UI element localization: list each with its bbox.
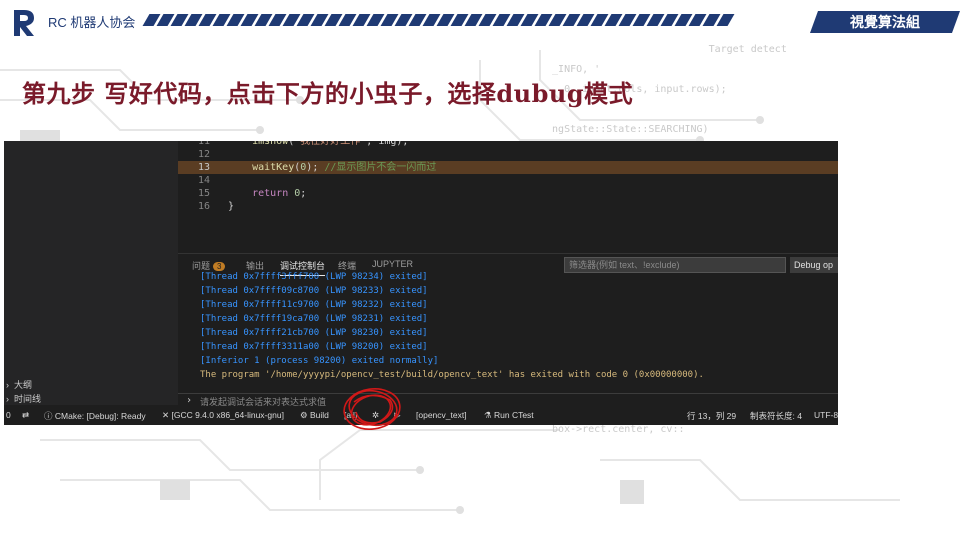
- console-line: [Inferior 1 (process 98200) exited norma…: [200, 356, 439, 366]
- chevron-right-icon: ›: [6, 379, 9, 390]
- tab-label: 问题: [192, 261, 211, 271]
- run-ctest-label: Run CTest: [493, 410, 534, 420]
- code-line: 12: [178, 148, 838, 161]
- sidebar-item-label: 大纲: [14, 380, 33, 390]
- code-line: 15 return 0;: [178, 187, 838, 200]
- filter-input[interactable]: 筛选器(例如 text、!exclude): [564, 257, 786, 273]
- vscode-screenshot: › 大纲 › 时间线 11 imshow("我在好好工作", img); 12 …: [4, 141, 838, 425]
- section-tag: 視覺算法組: [850, 15, 920, 31]
- line-number: 16: [197, 201, 210, 212]
- header-stripes: [142, 14, 735, 26]
- launch-target-select[interactable]: [opencv_text]: [416, 410, 467, 420]
- code-line: 11 imshow("我在好好工作", img);: [178, 141, 838, 148]
- build-label: Build: [309, 410, 329, 420]
- status-cmake-label: CMake: [Debug]: Ready: [54, 411, 146, 421]
- build-button[interactable]: ⚙ Build: [300, 410, 329, 421]
- debug-console-output: [Thread 0x7ffff3fff700 (LWP 98234) exite…: [178, 272, 838, 393]
- logo-icon: [14, 10, 34, 36]
- console-line: [Thread 0x7ffff19ca700 (LWP 98231) exite…: [200, 314, 428, 324]
- status-kit[interactable]: ✕ [GCC 9.4.0 x86_64-linux-gnu]: [162, 410, 284, 421]
- code-line: 16 }: [178, 200, 838, 213]
- status-kit-label: [GCC 9.4.0 x86_64-linux-gnu]: [171, 410, 284, 420]
- code-line: 14: [178, 174, 838, 187]
- status-cmake[interactable]: ⓘ CMake: [Debug]: Ready: [44, 410, 146, 422]
- code-text: imshow("我在好好工作", img);: [228, 141, 409, 147]
- line-number: 11: [197, 141, 210, 147]
- line-number: 13: [197, 162, 210, 173]
- debug-config-select[interactable]: Debug op: [790, 257, 838, 273]
- console-exit-message: The program '/home/yyyypi/opencv_test/bu…: [200, 370, 704, 380]
- run-icon[interactable]: ▷: [394, 410, 401, 421]
- step-title: 第九步 写好代码，点击下方的小虫子，选择dubug模式: [22, 79, 634, 108]
- console-line: [Thread 0x7ffff21cb700 (LWP 98230) exite…: [200, 328, 428, 338]
- console-line: [Thread 0x7ffff09c8700 (LWP 98233) exite…: [200, 286, 428, 296]
- explorer-sidebar: › 大纲 › 时间线: [4, 141, 178, 405]
- status-errors[interactable]: 0: [6, 410, 11, 420]
- tab-output[interactable]: 输出: [246, 259, 264, 272]
- org-name: RC 机器人协会: [48, 15, 136, 30]
- sidebar-item-timeline[interactable]: › 时间线: [6, 392, 41, 405]
- info-icon: ⓘ: [44, 411, 55, 421]
- tab-size[interactable]: 制表符长度: 4: [750, 410, 802, 422]
- line-number: 12: [197, 149, 210, 160]
- debug-bug-icon[interactable]: ✲: [372, 410, 379, 421]
- chevron-right-icon: ›: [186, 395, 193, 406]
- repl-input[interactable]: › 请发起调试会话来对表达式求值: [178, 393, 838, 407]
- build-target-select[interactable]: [all]: [344, 410, 357, 420]
- cursor-position[interactable]: 行 13，列 29: [687, 410, 736, 422]
- console-line: [Thread 0x7ffff3311a00 (LWP 98200) exite…: [200, 342, 428, 352]
- flask-icon: ⚗: [484, 410, 494, 420]
- problems-count-badge: 3: [213, 262, 226, 271]
- encoding[interactable]: UTF-8: [814, 410, 838, 420]
- sidebar-item-label: 时间线: [14, 394, 42, 404]
- code-text: waitKey(0); //显示图片不会一闪而过: [228, 162, 437, 173]
- line-number: 15: [197, 188, 210, 199]
- code-line-highlighted: 13 waitKey(0); //显示图片不会一闪而过: [178, 161, 838, 174]
- remote-icon[interactable]: ⇄: [22, 410, 29, 421]
- run-ctest-button[interactable]: ⚗ Run CTest: [484, 410, 534, 421]
- gear-icon: ⚙: [300, 410, 310, 420]
- code-text: return 0;: [252, 188, 307, 199]
- status-bar: 0 ⇄ ⓘ CMake: [Debug]: Ready ✕ [GCC 9.4.0…: [4, 407, 838, 425]
- code-editor[interactable]: 11 imshow("我在好好工作", img); 12 13 waitKey(…: [178, 141, 838, 245]
- code-text: }: [228, 201, 235, 212]
- tab-jupyter[interactable]: JUPYTER: [372, 259, 413, 269]
- chevron-right-icon: ›: [6, 393, 9, 404]
- line-number: 14: [197, 175, 210, 186]
- tab-problems[interactable]: 问题 3: [192, 259, 226, 272]
- console-line: [Thread 0x7ffff3fff700 (LWP 98234) exite…: [200, 272, 428, 282]
- console-line: [Thread 0x7ffff11c9700 (LWP 98232) exite…: [200, 300, 428, 310]
- tab-terminal[interactable]: 终端: [338, 259, 356, 272]
- sidebar-item-outline[interactable]: › 大纲: [6, 378, 32, 391]
